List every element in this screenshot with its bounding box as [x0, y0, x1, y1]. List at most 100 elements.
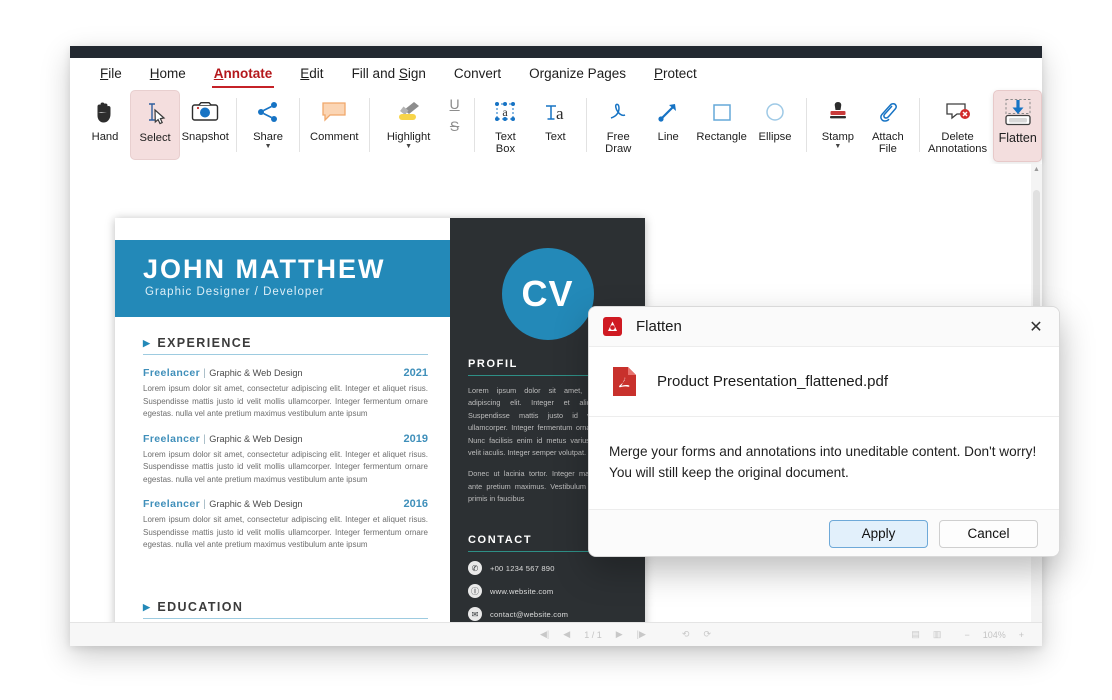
page-indicator[interactable]: 1 / 1: [584, 630, 602, 640]
envelope-icon: ✉: [468, 607, 482, 621]
contact-email: contact@website.com: [490, 609, 569, 619]
tool-stamp[interactable]: Stamp ▼: [813, 90, 863, 160]
tool-text[interactable]: a Text: [530, 90, 580, 160]
menu-item-organize-pages-label: Organize Pages: [529, 65, 626, 81]
zoom-controls: ▤ ▥ − 104% +: [911, 629, 1024, 640]
resume-name: JOHN MATTHEW: [143, 254, 386, 284]
menu-item-convert[interactable]: Convert: [440, 64, 515, 83]
tool-comment[interactable]: Comment: [306, 90, 363, 160]
tool-attach-file[interactable]: Attach File: [863, 90, 913, 160]
tool-flatten[interactable]: Flatten: [993, 90, 1042, 162]
stamp-chevron-down-icon[interactable]: ▼: [834, 143, 841, 150]
underline-icon[interactable]: U: [450, 97, 460, 111]
experience-entry: Freelancer | Graphic & Web Design 2019 Lor…: [143, 433, 428, 487]
share-chevron-down-icon[interactable]: ▼: [265, 143, 272, 150]
ribbon-divider: [368, 98, 370, 152]
bullet-arrow-icon: ▶: [143, 338, 152, 348]
single-page-view-icon[interactable]: ▤: [911, 629, 920, 640]
tool-ellipse-label: Ellipse: [758, 131, 792, 143]
last-page-icon[interactable]: |▶: [637, 629, 646, 640]
tool-delete-annotations[interactable]: Delete Annotations: [926, 90, 990, 160]
window-title-bar: [70, 46, 1042, 58]
pdf-app-icon: [603, 317, 622, 336]
job-year: 2016: [403, 498, 428, 510]
zoom-in-button[interactable]: +: [1019, 630, 1024, 640]
menu-item-protect[interactable]: Protect: [640, 64, 711, 83]
contact-website: www.website.com: [490, 586, 554, 596]
scroll-up-arrow-icon[interactable]: ▲: [1031, 166, 1042, 173]
menu-item-file-label: ile: [108, 65, 122, 81]
job-role: Freelancer: [143, 367, 201, 379]
menu-item-annotate[interactable]: Annotate: [200, 64, 287, 88]
job-sub: Graphic & Web Design: [209, 433, 303, 444]
next-page-icon[interactable]: ▶: [616, 629, 623, 640]
rectangle-icon: [710, 96, 734, 128]
tool-select[interactable]: Select: [129, 90, 181, 160]
job-sub: Graphic & Web Design: [209, 499, 303, 509]
flatten-dialog: Flatten ✕ Product Presentation_flattened…: [588, 306, 1060, 557]
tool-snapshot[interactable]: Snapshot: [180, 90, 230, 160]
continuous-view-icon[interactable]: ▥: [933, 629, 942, 640]
tool-hand-label: Hand: [91, 131, 119, 143]
ribbon-divider: [918, 98, 920, 152]
menu-item-edit[interactable]: Edit: [286, 64, 337, 83]
prev-page-icon[interactable]: ◀: [563, 629, 570, 640]
svg-text:a: a: [503, 105, 509, 119]
screenshot-root: File Home Annotate Edit Fill and Sign Co…: [0, 0, 1112, 700]
highlight-chevron-down-icon[interactable]: ▼: [405, 143, 412, 150]
close-icon[interactable]: ✕: [1021, 313, 1051, 341]
tool-comment-label: Comment: [310, 131, 359, 143]
job-year: 2019: [403, 432, 428, 445]
tool-text-label: Text: [545, 131, 566, 143]
dialog-title: Flatten: [636, 318, 682, 335]
menu-item-organize-pages[interactable]: Organize Pages: [515, 64, 640, 83]
education-title: ▶ EDUCATION: [143, 600, 428, 619]
menu-item-fill-and-sign[interactable]: Fill and Sign: [338, 64, 440, 83]
job-description: Lorem ipsum dolor sit amet, consectetur …: [143, 449, 428, 484]
menu-item-home[interactable]: Home: [136, 64, 200, 83]
zoom-level-label[interactable]: 104%: [983, 630, 1006, 640]
experience-entry: Freelancer | Graphic & Web Design 2016 Lor…: [143, 498, 428, 552]
dialog-filename: Product Presentation_flattened.pdf: [657, 373, 888, 390]
text-cursor-icon: [143, 97, 167, 129]
menu-item-file[interactable]: File: [86, 64, 136, 83]
tool-highlight[interactable]: Highlight ▼: [376, 90, 442, 160]
cv-badge: CV: [501, 248, 594, 340]
dialog-footer: Apply Cancel: [589, 509, 1059, 556]
tool-text-box[interactable]: a Text Box: [480, 90, 530, 160]
tool-rectangle[interactable]: Rectangle: [693, 90, 750, 160]
ellipse-icon: [763, 96, 787, 128]
first-page-icon[interactable]: ◀|: [540, 629, 549, 640]
ribbon-divider: [586, 98, 588, 152]
rotate-right-icon[interactable]: ⟳: [703, 629, 711, 640]
experience-title: ▶ EXPERIENCE: [143, 336, 428, 355]
tool-ellipse[interactable]: Ellipse: [750, 90, 800, 160]
menu-item-convert-label: Convert: [453, 65, 502, 81]
ribbon-divider: [299, 98, 300, 152]
phone-icon: ✆: [468, 561, 482, 575]
tool-free-draw-label: Free Draw: [605, 131, 632, 156]
paperclip-icon: [877, 96, 899, 128]
pdf-page[interactable]: JOHN MATTHEW Graphic Designer / Develope…: [115, 218, 645, 622]
experience-section: ▶ EXPERIENCE Freelancer | Graphic & Web Des…: [143, 336, 428, 552]
dialog-message: Merge your forms and annotations into un…: [609, 444, 1037, 480]
strikethrough-icon[interactable]: S: [450, 119, 459, 133]
tool-select-label: Select: [139, 132, 171, 144]
zoom-out-button[interactable]: −: [964, 630, 969, 640]
apply-button[interactable]: Apply: [829, 519, 928, 548]
contact-row: ✆ +00 1234 567 890: [468, 561, 628, 575]
cancel-button[interactable]: Cancel: [939, 519, 1038, 548]
experience-entry: Freelancer | Graphic & Web Design 2021 Lor…: [143, 367, 428, 421]
tool-line[interactable]: Line: [643, 90, 693, 160]
tool-hand[interactable]: Hand: [80, 90, 130, 160]
job-description: Lorem ipsum dolor sit amet, consectetur …: [143, 384, 428, 418]
resume-tagline: Graphic Designer / Developer: [145, 286, 325, 298]
tool-text-box-label: Text Box: [495, 131, 516, 156]
cv-badge-label: CV: [521, 273, 574, 314]
tool-free-draw[interactable]: Free Draw: [593, 90, 643, 160]
tool-share[interactable]: Share ▼: [243, 90, 293, 160]
job-role: Freelancer: [143, 498, 201, 510]
svg-text:a: a: [556, 104, 564, 123]
rotate-left-icon[interactable]: ⟲: [682, 629, 690, 640]
tool-attach-file-label: Attach File: [871, 131, 904, 156]
